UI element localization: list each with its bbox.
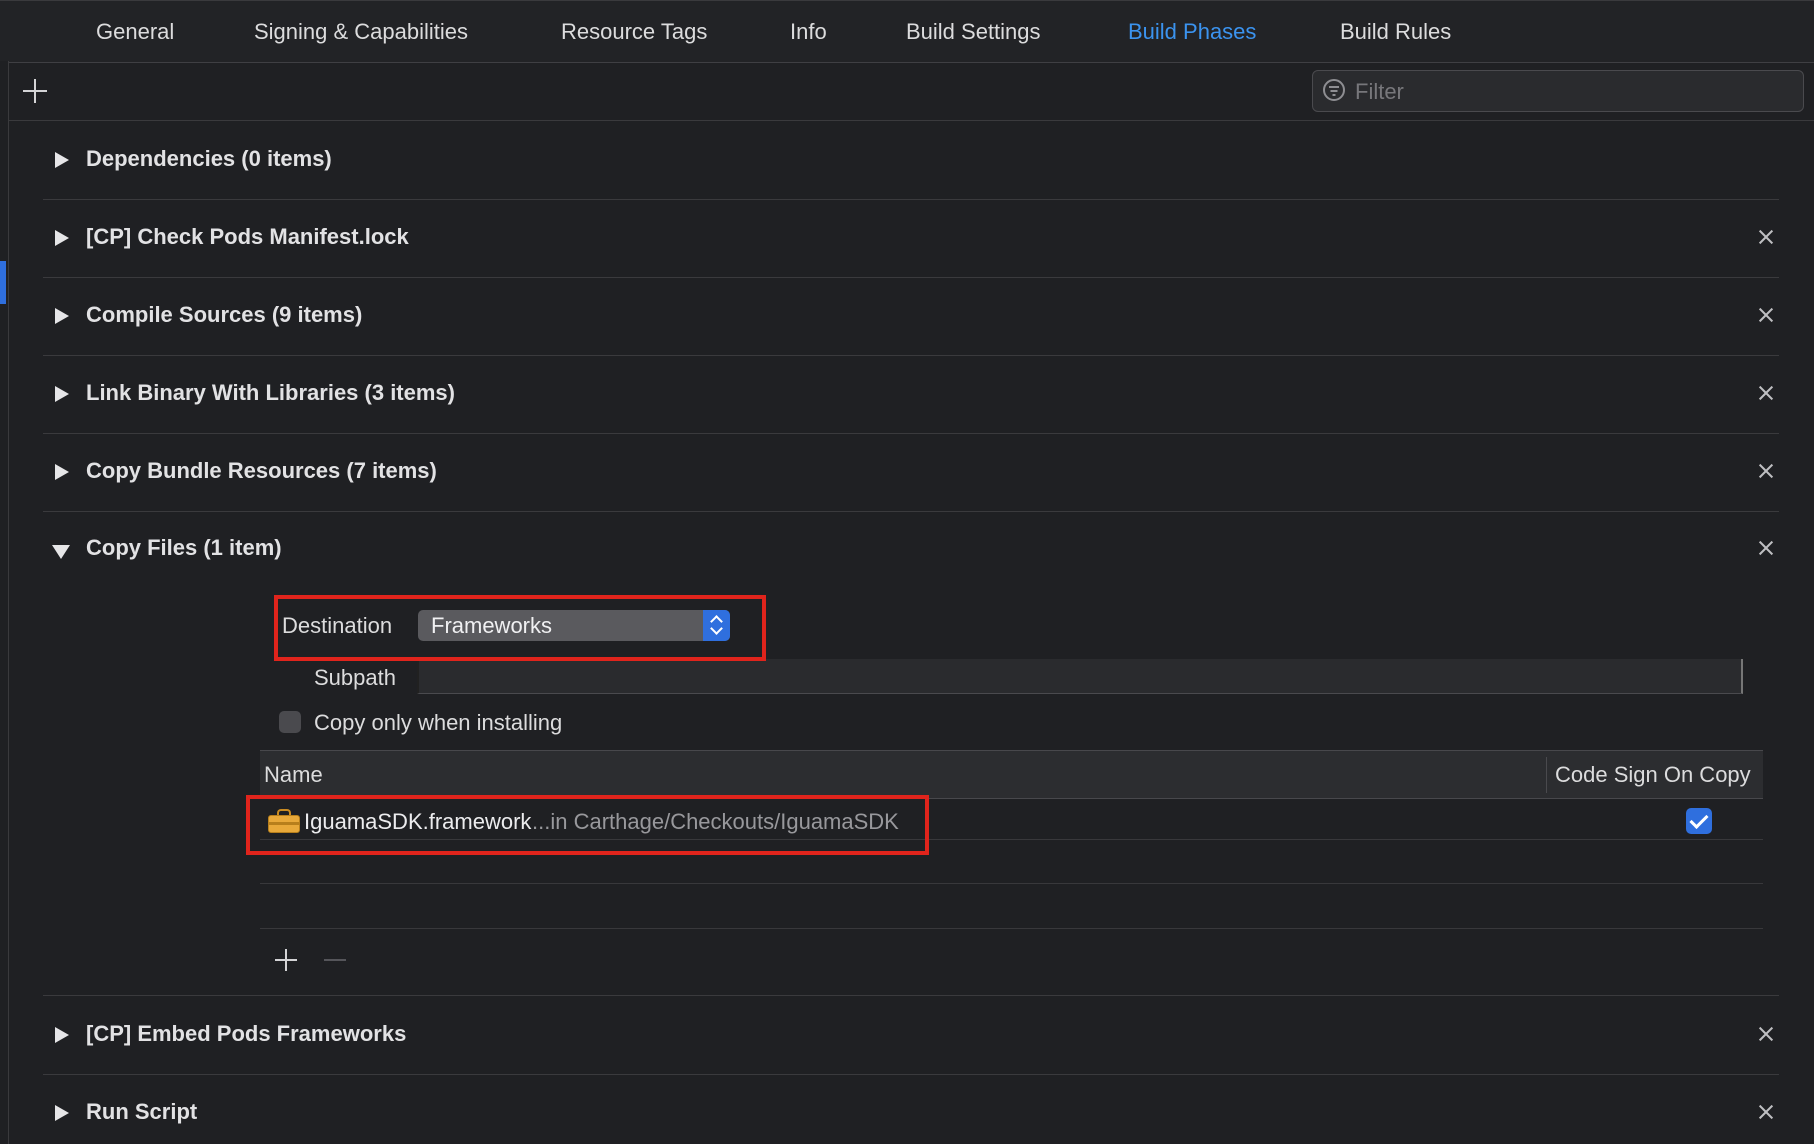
- disclosure-triangle-icon[interactable]: [55, 1027, 69, 1043]
- chevron-updown-icon: [703, 610, 730, 641]
- phase-check-pods-manifest[interactable]: [CP] Check Pods Manifest.lock: [43, 199, 1779, 278]
- disclosure-triangle-icon[interactable]: [52, 545, 70, 559]
- build-phases-window: General Signing & Capabilities Resource …: [0, 0, 1814, 1144]
- phase-link-binary[interactable]: Link Binary With Libraries (3 items): [43, 355, 1779, 434]
- column-divider: [1546, 757, 1547, 793]
- framework-name: IguamaSDK.framework: [304, 809, 532, 834]
- phase-embed-pods-frameworks[interactable]: [CP] Embed Pods Frameworks: [43, 996, 1779, 1075]
- copy-only-checkbox[interactable]: [279, 711, 301, 733]
- close-icon[interactable]: [1757, 228, 1775, 246]
- filter-field[interactable]: [1312, 70, 1804, 112]
- tab-signing-capabilities[interactable]: Signing & Capabilities: [254, 19, 468, 45]
- add-file-plus-icon[interactable]: [274, 948, 298, 972]
- framework-location: ...in Carthage/Checkouts/IguamaSDK: [532, 809, 899, 834]
- tab-build-phases[interactable]: Build Phases: [1128, 19, 1256, 45]
- disclosure-triangle-icon[interactable]: [55, 464, 69, 480]
- phases-toolbar: [8, 62, 1814, 121]
- tab-bar: General Signing & Capabilities Resource …: [0, 0, 1814, 63]
- destination-value: Frameworks: [431, 613, 553, 638]
- close-icon[interactable]: [1757, 462, 1775, 480]
- phase-title: Copy Bundle Resources (7 items): [86, 458, 437, 483]
- close-icon[interactable]: [1757, 539, 1775, 557]
- tab-build-rules[interactable]: Build Rules: [1340, 19, 1451, 45]
- tab-resource-tags[interactable]: Resource Tags: [561, 19, 707, 45]
- close-icon[interactable]: [1757, 306, 1775, 324]
- phase-copy-files-header[interactable]: Copy Files (1 item): [43, 510, 1779, 588]
- disclosure-triangle-icon[interactable]: [55, 308, 69, 324]
- framework-icon: [268, 809, 300, 833]
- selection-indicator: [0, 261, 6, 304]
- phase-title: Compile Sources (9 items): [86, 302, 363, 327]
- phase-title: Copy Files (1 item): [86, 535, 282, 560]
- phase-copy-bundle-resources[interactable]: Copy Bundle Resources (7 items): [43, 433, 1779, 512]
- phase-title: Link Binary With Libraries (3 items): [86, 380, 455, 405]
- copy-files-table: Name Code Sign On Copy IguamaSDK.framewo…: [260, 750, 1763, 986]
- phase-copy-files: Copy Files (1 item) Destination Framewor…: [43, 510, 1779, 996]
- phase-title: [CP] Check Pods Manifest.lock: [86, 224, 409, 249]
- disclosure-triangle-icon[interactable]: [55, 230, 69, 246]
- phase-title: Run Script: [86, 1099, 198, 1124]
- row-divider: [260, 883, 1763, 884]
- close-icon[interactable]: [1757, 1025, 1775, 1043]
- phase-dependencies[interactable]: Dependencies (0 items): [43, 121, 1779, 200]
- phase-compile-sources[interactable]: Compile Sources (9 items): [43, 277, 1779, 356]
- destination-popup[interactable]: Frameworks: [418, 610, 730, 641]
- table-header: Name Code Sign On Copy: [260, 750, 1763, 799]
- code-sign-checkbox[interactable]: [1686, 808, 1712, 834]
- subpath-label: Subpath: [314, 665, 396, 690]
- phase-run-script[interactable]: Run Script: [43, 1074, 1779, 1144]
- column-header-name[interactable]: Name: [264, 762, 323, 788]
- plus-icon[interactable]: [20, 76, 50, 106]
- subpath-field[interactable]: [417, 659, 1743, 694]
- close-icon[interactable]: [1757, 384, 1775, 402]
- phase-title: [CP] Embed Pods Frameworks: [86, 1021, 407, 1046]
- destination-label: Destination: [282, 613, 393, 638]
- row-divider: [260, 928, 1763, 929]
- tab-info[interactable]: Info: [790, 19, 827, 45]
- tab-build-settings[interactable]: Build Settings: [906, 19, 1041, 45]
- column-header-code-sign[interactable]: Code Sign On Copy: [1555, 762, 1751, 788]
- close-icon[interactable]: [1757, 1103, 1775, 1121]
- filter-input[interactable]: [1353, 75, 1797, 109]
- remove-file-minus-icon[interactable]: [324, 959, 346, 961]
- copy-only-label: Copy only when installing: [314, 710, 563, 735]
- left-gutter: [0, 61, 9, 1144]
- filter-icon: [1323, 79, 1345, 101]
- tab-general[interactable]: General: [96, 19, 174, 45]
- disclosure-triangle-icon[interactable]: [55, 1105, 69, 1121]
- disclosure-triangle-icon[interactable]: [55, 152, 69, 168]
- phase-title: Dependencies (0 items): [86, 146, 332, 171]
- disclosure-triangle-icon[interactable]: [55, 386, 69, 402]
- row-divider: [260, 839, 1763, 840]
